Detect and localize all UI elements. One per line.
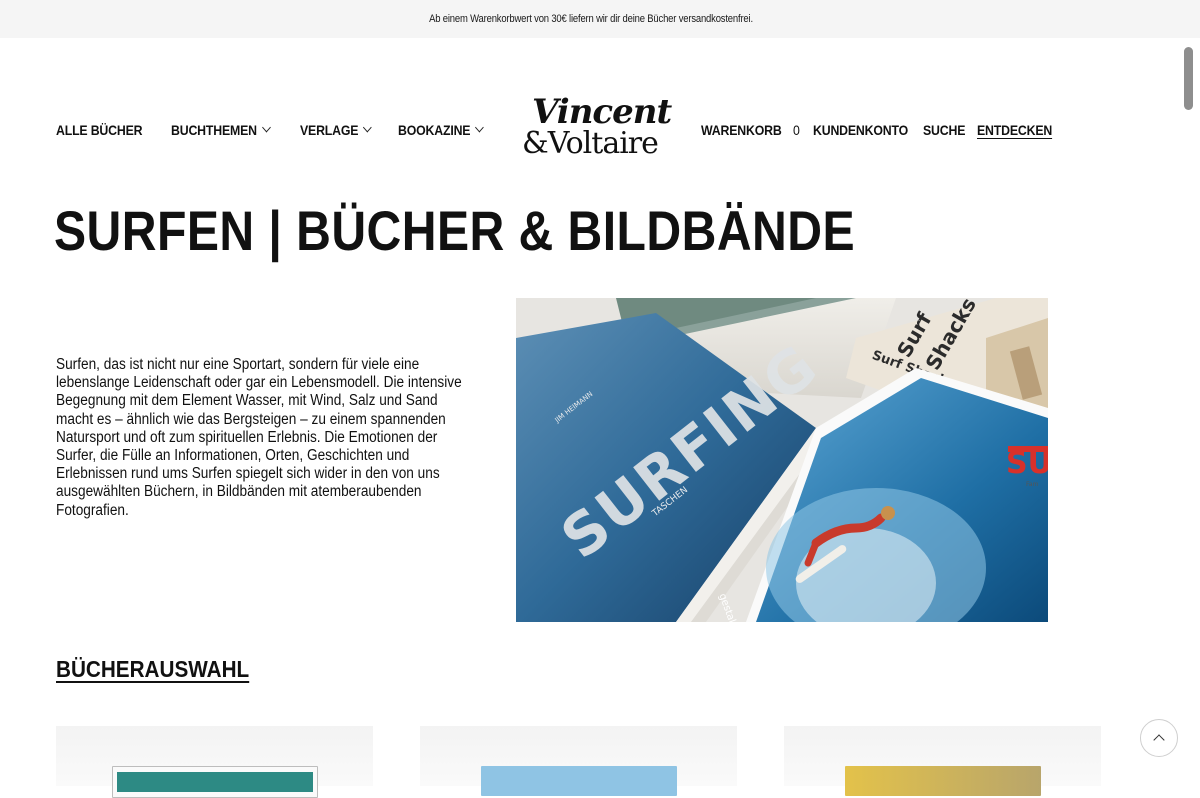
hero-image: Surf Shacks Surf Shacks SURFING TASCHEN … (516, 298, 1048, 622)
nav-verlage[interactable]: VERLAGE (300, 122, 372, 138)
product-card[interactable] (56, 726, 373, 798)
svg-text:Fam: Fam (1026, 481, 1039, 488)
cart-label: WARENKORB (701, 122, 782, 138)
nav-label: BUCHTHEMEN (171, 122, 257, 138)
nav-label: VERLAGE (300, 122, 359, 138)
scrollbar-thumb[interactable] (1184, 47, 1193, 110)
search-label: SUCHE (923, 122, 966, 138)
book-cover (481, 766, 677, 796)
account-label: KUNDENKONTO (813, 122, 909, 138)
nav-suche[interactable]: SUCHE (923, 122, 965, 138)
nav-label: BOOKAZINE (398, 122, 471, 138)
nav-kundenkonto[interactable]: KUNDENKONTO (813, 122, 908, 138)
nav-alle-buecher[interactable]: ALLE BÜCHER (56, 122, 143, 138)
cart-count: 0 (792, 122, 800, 138)
chevron-down-icon (475, 122, 484, 133)
nav-entdecken[interactable]: ENTDECKEN (977, 122, 1052, 138)
scroll-to-top-button[interactable] (1140, 719, 1178, 757)
chevron-up-icon (1153, 734, 1165, 746)
product-card[interactable] (420, 726, 737, 796)
nav-label: ALLE BÜCHER (56, 122, 143, 138)
nav-bookazine[interactable]: BOOKAZINE (398, 122, 484, 138)
product-card[interactable] (784, 726, 1101, 796)
nav-buchthemen[interactable]: BUCHTHEMEN (171, 122, 271, 138)
announcement-text: Ab einem Warenkorbwert von 30€ liefern w… (429, 13, 753, 25)
page-title: SURFEN | BÜCHER & BILDBÄNDE (54, 199, 856, 262)
book-cover (112, 766, 318, 798)
chevron-down-icon (363, 122, 372, 133)
logo-line-2: &Voltaire (522, 126, 659, 161)
announcement-bar: Ab einem Warenkorbwert von 30€ liefern w… (0, 0, 1200, 38)
book-cover (845, 766, 1041, 796)
intro-text: Surfen, das ist nicht nur eine Sportart,… (56, 356, 462, 519)
section-title-buecherauswahl[interactable]: BÜCHERAUSWAHL (56, 656, 249, 683)
site-logo[interactable]: Vincent &Voltaire (522, 92, 672, 168)
discover-label: ENTDECKEN (977, 122, 1053, 138)
chevron-down-icon (261, 122, 271, 133)
nav-warenkorb[interactable]: WARENKORB 0 (701, 122, 800, 138)
